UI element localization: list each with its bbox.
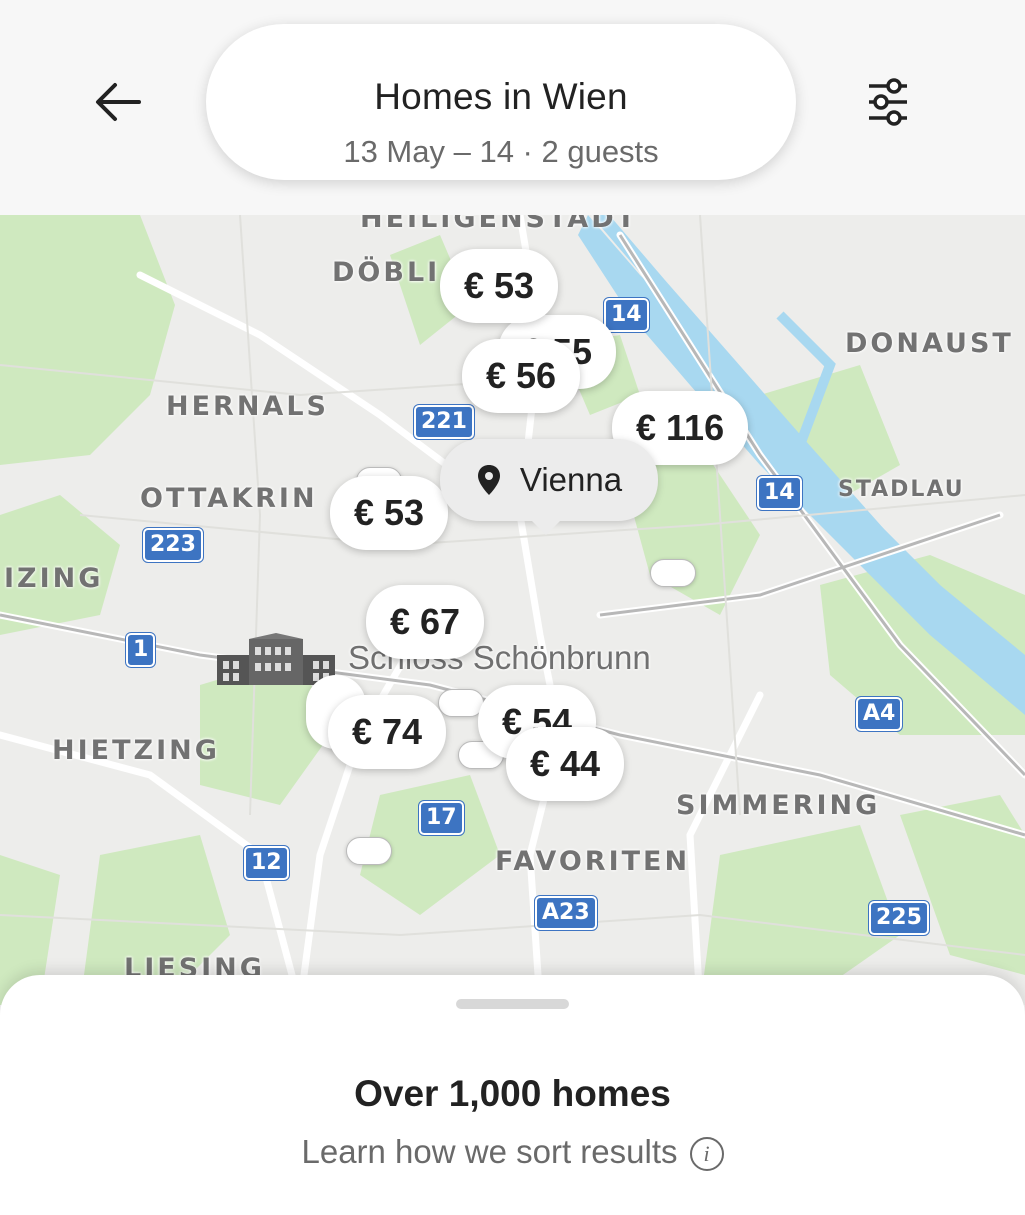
- route-badge-225: 225: [868, 900, 930, 936]
- price-pin[interactable]: € 67: [366, 585, 485, 659]
- results-count: Over 1,000 homes: [354, 1073, 671, 1114]
- route-badge-14-east: 14: [756, 475, 803, 511]
- results-bottom-sheet[interactable]: Over 1,000 homes Learn how we sort resul…: [0, 975, 1025, 1215]
- route-badge-14: 14: [603, 297, 650, 333]
- district-label-doebling: DÖBLI: [332, 257, 441, 288]
- sort-info-text: Learn how we sort results: [301, 1133, 678, 1170]
- top-bar: Homes in Wien 13 May – 14 · 2 guests: [0, 0, 1025, 215]
- district-label-favoriten: FAVORITEN: [495, 846, 691, 877]
- price-pin[interactable]: € 53: [440, 249, 559, 323]
- map-marker[interactable]: [650, 559, 696, 587]
- price-pin[interactable]: € 56: [462, 339, 581, 413]
- arrow-left-icon: [96, 83, 141, 121]
- route-badge-a4: A4: [854, 696, 904, 732]
- price-pin[interactable]: € 53: [330, 476, 449, 550]
- map-pin-icon: [477, 465, 500, 495]
- route-badge-17: 17: [418, 800, 465, 836]
- district-label-penzing: IZING: [4, 563, 104, 594]
- price-pin[interactable]: € 74: [328, 695, 447, 769]
- route-badge-221: 221: [413, 404, 475, 440]
- district-label-hernals: HERNALS: [166, 391, 329, 422]
- district-label-heiligenstadt: HEILIGENSTADT: [360, 215, 639, 234]
- route-badge-223: 223: [142, 527, 204, 563]
- price-pin[interactable]: € 44: [506, 727, 625, 801]
- back-button[interactable]: [88, 72, 148, 132]
- district-label-hietzing: HIETZING: [52, 735, 220, 766]
- district-label-simmering: SIMMERING: [676, 790, 881, 821]
- route-badge-12: 12: [243, 845, 290, 881]
- info-icon: i: [689, 1137, 724, 1172]
- district-label-donaustadt: DONAUST: [845, 328, 1014, 359]
- route-badge-1: 1: [124, 632, 157, 668]
- district-label-stadlau: STADLAU: [838, 477, 965, 502]
- sort-info-link[interactable]: Learn how we sort results i: [0, 1133, 1025, 1172]
- location-pin[interactable]: Vienna: [440, 439, 658, 535]
- filters-button[interactable]: [858, 72, 918, 132]
- map-marker[interactable]: [346, 837, 392, 865]
- location-pin-tail: [532, 521, 560, 535]
- district-label-ottakring: OTTAKRIN: [140, 483, 318, 514]
- map-marker[interactable]: [438, 689, 484, 717]
- route-badge-a23: A23: [534, 895, 598, 931]
- sliders-icon: [869, 78, 907, 126]
- sheet-drag-handle[interactable]: [456, 999, 569, 1009]
- location-pin-label: Vienna: [519, 461, 623, 498]
- search-dates-guests: 13 May – 14 · 2 guests: [343, 134, 659, 169]
- search-summary-pill[interactable]: Homes in Wien 13 May – 14 · 2 guests: [206, 24, 796, 180]
- search-title: Homes in Wien: [374, 76, 628, 117]
- map-view[interactable]: HEILIGENSTADT DÖBLI DONAUST HERNALS OTTA…: [0, 215, 1025, 1005]
